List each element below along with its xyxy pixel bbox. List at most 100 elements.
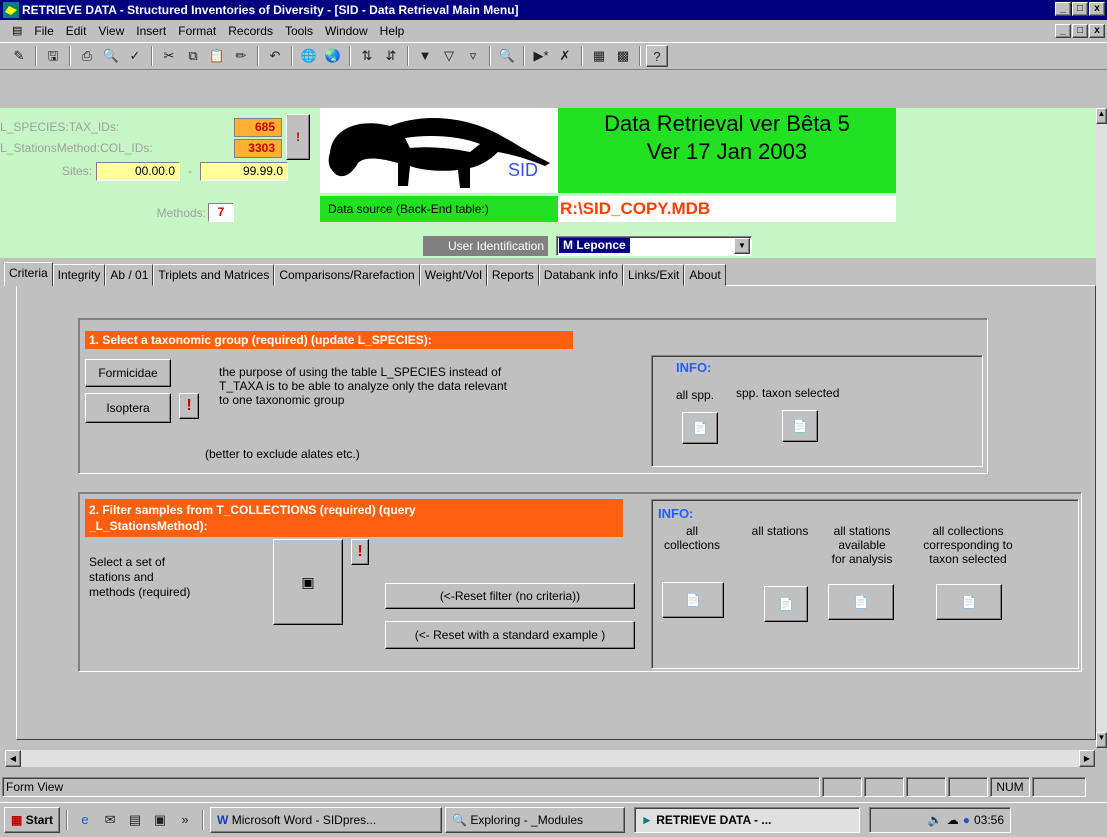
task-retrieve-label: RETRIEVE DATA - ... — [656, 813, 772, 827]
paste-icon[interactable]: 📋 — [206, 45, 228, 67]
title-bar[interactable]: RETRIEVE DATA - Structured Inventories o… — [0, 0, 1107, 20]
web-toolbar-icon[interactable]: 🌏 — [322, 45, 344, 67]
tab-links-exit[interactable]: Links/Exit — [622, 264, 685, 286]
methods-field[interactable]: 7 — [208, 203, 234, 222]
info-stations-available-line1: all stations — [833, 524, 891, 538]
tab-comparisons-rarefaction[interactable]: Comparisons/Rarefaction — [274, 264, 420, 286]
scroll-up-icon[interactable]: ▲ — [1096, 108, 1107, 124]
menu-view[interactable]: View — [92, 20, 130, 42]
insert-hyperlink-icon[interactable]: 🌐 — [298, 45, 320, 67]
internet-explorer-icon[interactable]: e — [74, 809, 96, 831]
user-id-combo[interactable]: M Leponce ▼ — [556, 236, 752, 256]
stations-warning-button[interactable]: ! — [351, 539, 369, 565]
print-preview-icon[interactable]: 🔍 — [100, 45, 122, 67]
horizontal-scrollbar[interactable]: ◀ ▶ — [5, 750, 1095, 767]
quick-launch-icon[interactable]: ▣ — [149, 809, 171, 831]
menu-edit[interactable]: Edit — [60, 20, 93, 42]
task-explorer[interactable]: 🔍 Exploring - _Modules — [445, 807, 626, 833]
menu-file[interactable]: File — [28, 20, 59, 42]
new-record-icon[interactable]: ▶* — [530, 45, 552, 67]
select-stations-line3: methods (required) — [89, 585, 191, 599]
task-retrieve-data[interactable]: ► RETRIEVE DATA - ... — [634, 807, 861, 833]
maximize-button[interactable]: □ — [1072, 2, 1088, 16]
formicidae-button[interactable]: Formicidae — [85, 359, 171, 387]
info-collections-taxon-line3: taxon selected — [929, 552, 1007, 566]
tab-about[interactable]: About — [684, 264, 726, 286]
isoptera-warning-button[interactable]: ! — [179, 393, 199, 419]
select-stations-button[interactable]: ▣ — [273, 539, 343, 625]
refresh-counts-button[interactable]: ! — [286, 114, 310, 160]
info-all-spp-button[interactable]: 📄 — [682, 412, 718, 444]
info-stations-available-label: all stations available for analysis — [822, 524, 902, 566]
site-to-field[interactable]: 99.99.0 — [200, 162, 288, 181]
menu-insert[interactable]: Insert — [130, 20, 172, 42]
status-text: Form View — [2, 777, 820, 797]
tab-integrity[interactable]: Integrity — [52, 264, 106, 286]
tab-triplets-matrices[interactable]: Triplets and Matrices — [153, 264, 275, 286]
scroll-down-icon[interactable]: ▼ — [1096, 732, 1107, 748]
mdi-restore-button[interactable]: □ — [1072, 24, 1088, 38]
messenger-icon[interactable]: ● — [963, 813, 970, 827]
info-stations-available-line3: for analysis — [831, 552, 893, 566]
filter-by-form-icon[interactable]: ▽ — [438, 45, 460, 67]
scroll-left-icon[interactable]: ◀ — [5, 750, 21, 767]
task-word-label: Microsoft Word - SIDpres... — [231, 813, 377, 827]
tab-criteria[interactable]: Criteria — [4, 262, 53, 286]
design-view-icon[interactable]: ✎ — [8, 45, 30, 67]
clock[interactable]: 03:56 — [974, 813, 1004, 827]
info-all-collections-button[interactable]: 📄 — [662, 582, 724, 618]
format-painter-icon[interactable]: ✏ — [230, 45, 252, 67]
new-object-icon[interactable]: ▩ — [612, 45, 634, 67]
info-all-stations-button[interactable]: 📄 — [764, 586, 808, 622]
info-collections-taxon-button[interactable]: 📄 — [936, 584, 1002, 620]
menu-tools[interactable]: Tools — [279, 20, 319, 42]
tab-ab01[interactable]: Ab / 01 — [105, 264, 154, 286]
menu-records[interactable]: Records — [222, 20, 279, 42]
site-from-field[interactable]: 00.00.0 — [96, 162, 180, 181]
select-stations-line1: Select a set of — [89, 555, 166, 569]
close-button[interactable]: x — [1089, 2, 1105, 16]
show-desktop-icon[interactable]: ▤ — [124, 809, 146, 831]
mdi-minimize-button[interactable]: _ — [1055, 24, 1071, 38]
sort-descending-icon[interactable]: ⇵ — [380, 45, 402, 67]
outlook-icon[interactable]: ✉ — [99, 809, 121, 831]
info-stations-available-button[interactable]: 📄 — [828, 584, 894, 620]
dropdown-arrow-icon[interactable]: ▼ — [734, 238, 750, 254]
print-icon[interactable]: ⎙ — [76, 45, 98, 67]
volume-icon[interactable]: 🔊 — [928, 813, 943, 827]
scroll-right-icon[interactable]: ▶ — [1079, 750, 1095, 767]
minimize-button[interactable]: _ — [1055, 2, 1071, 16]
more-quick-launch-icon[interactable]: » — [174, 809, 196, 831]
apply-filter-icon[interactable]: ▿ — [462, 45, 484, 67]
isoptera-button[interactable]: Isoptera — [85, 393, 171, 423]
reset-standard-example-button[interactable]: (<- Reset with a standard example ) — [385, 621, 635, 649]
filter-by-selection-icon[interactable]: ▼ — [414, 45, 436, 67]
info-all-collections-line2: collections — [663, 538, 721, 552]
tab-databank-info[interactable]: Databank info — [538, 264, 623, 286]
taskbar: ▦ Start e ✉ ▤ ▣ » W Microsoft Word - SID… — [0, 802, 1107, 837]
find-icon[interactable]: 🔍 — [496, 45, 518, 67]
save-icon[interactable]: 🖫 — [42, 45, 64, 67]
tab-weight-vol[interactable]: Weight/Vol — [419, 264, 487, 286]
sort-ascending-icon[interactable]: ⇅ — [356, 45, 378, 67]
menu-window[interactable]: Window — [319, 20, 374, 42]
tab-reports[interactable]: Reports — [486, 264, 539, 286]
form-icon[interactable]: ▤ — [6, 20, 28, 42]
cut-icon[interactable]: ✂ — [158, 45, 180, 67]
delete-record-icon[interactable]: ✗ — [554, 45, 576, 67]
copy-icon[interactable]: ⧉ — [182, 45, 204, 67]
undo-icon[interactable]: ↶ — [264, 45, 286, 67]
mdi-close-button[interactable]: x — [1089, 24, 1105, 38]
vertical-scrollbar[interactable]: ▲ ▼ — [1096, 108, 1107, 748]
help-icon[interactable]: ? — [646, 45, 668, 67]
menu-help[interactable]: Help — [374, 20, 411, 42]
spelling-icon[interactable]: ✓ — [124, 45, 146, 67]
start-button[interactable]: ▦ Start — [4, 807, 61, 833]
network-icon[interactable]: ☁ — [947, 813, 959, 827]
database-window-icon[interactable]: ▦ — [588, 45, 610, 67]
reset-filter-button[interactable]: (<-Reset filter (no criteria)) — [385, 583, 635, 609]
toolbar-separator — [257, 46, 259, 66]
task-word[interactable]: W Microsoft Word - SIDpres... — [210, 807, 443, 833]
menu-format[interactable]: Format — [172, 20, 222, 42]
info-taxon-selected-button[interactable]: 📄 — [782, 410, 818, 442]
